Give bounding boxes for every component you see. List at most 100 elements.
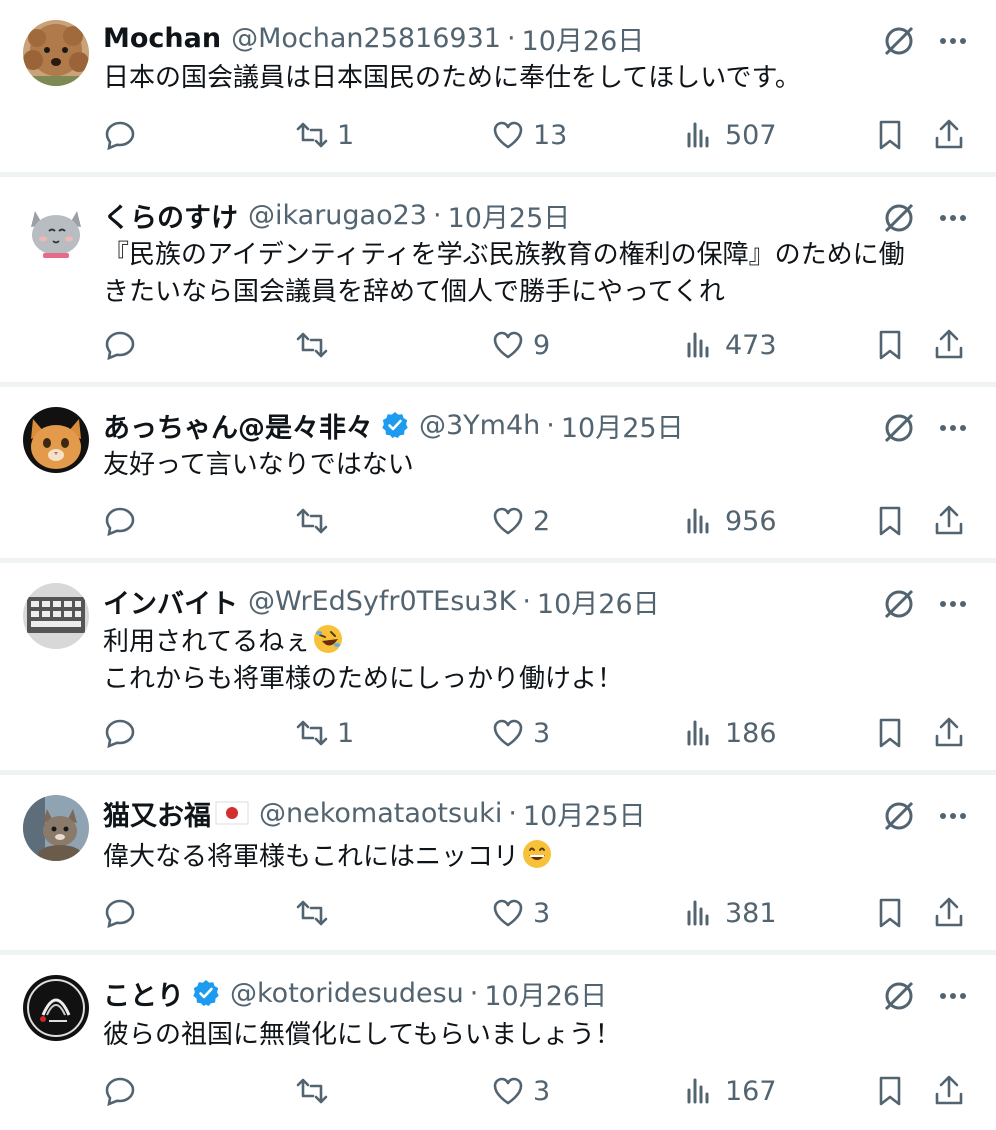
share-button[interactable] (932, 115, 966, 155)
bookmark-button[interactable] (873, 1071, 907, 1111)
post-header: Mochan @Mochan25816931 · 10月26日 (103, 19, 644, 57)
like-button[interactable]: 3 (491, 713, 550, 753)
avatar[interactable] (23, 795, 89, 861)
reply-icon (105, 1077, 135, 1107)
reply-button[interactable] (103, 115, 145, 155)
views-count: 956 (725, 505, 777, 537)
author-name[interactable]: くらのすけ (103, 196, 238, 235)
avatar[interactable] (23, 583, 89, 649)
reply-button[interactable] (103, 713, 145, 753)
avatar[interactable] (23, 975, 89, 1041)
post-date[interactable]: 10月25日 (523, 794, 646, 833)
author-handle[interactable]: @Mochan25816931 (231, 23, 501, 54)
like-icon (493, 507, 523, 535)
more-icon[interactable] (936, 24, 970, 58)
grok-icon[interactable] (882, 799, 916, 833)
grok-icon[interactable] (882, 979, 916, 1013)
reply-button[interactable] (103, 325, 145, 365)
share-button[interactable] (932, 325, 966, 365)
author-name[interactable]: インバイト (103, 582, 238, 621)
post-text: 友好って言いなりではない (103, 447, 414, 484)
repost-button[interactable] (295, 325, 337, 365)
verified-badge-icon[interactable] (192, 979, 220, 1007)
like-button[interactable]: 3 (491, 893, 550, 933)
reply-icon (105, 121, 135, 151)
avatar[interactable] (23, 197, 89, 263)
post-header: ことり @kotoridesudesu · 10月26日 (103, 974, 607, 1012)
post-date[interactable]: 10月26日 (522, 19, 645, 58)
like-button[interactable]: 13 (491, 115, 567, 155)
author-handle[interactable]: @nekomataotsuki (259, 798, 502, 829)
grok-icon[interactable] (882, 24, 916, 58)
author-handle[interactable]: @kotoridesudesu (230, 978, 464, 1009)
views-button[interactable]: 381 (683, 893, 777, 933)
post-header: インバイト @WrEdSyfr0TEsu3K · 10月26日 (103, 582, 660, 620)
reply-button[interactable] (103, 893, 145, 933)
bookmark-button[interactable] (873, 501, 907, 541)
author-name[interactable]: Mochan (103, 23, 221, 54)
post-acchan[interactable]: あっちゃん@是々非々 @3Ym4h · 10月25日 友好って言いなりではない … (0, 387, 996, 558)
more-icon[interactable] (936, 979, 970, 1013)
views-button[interactable]: 473 (683, 325, 777, 365)
post-date[interactable]: 10月26日 (537, 582, 660, 621)
views-button[interactable]: 186 (683, 713, 777, 753)
share-button[interactable] (932, 713, 966, 753)
post-invite[interactable]: インバイト @WrEdSyfr0TEsu3K · 10月26日 利用されてるねぇ… (0, 563, 996, 770)
views-button[interactable]: 507 (683, 115, 777, 155)
author-name[interactable]: 猫又お福 (103, 794, 211, 833)
share-icon (935, 897, 963, 927)
avatar[interactable] (23, 407, 89, 473)
repost-button[interactable]: 1 (295, 115, 354, 155)
author-handle[interactable]: @ikarugao23 (248, 200, 427, 231)
more-icon[interactable] (936, 411, 970, 445)
bookmark-button[interactable] (873, 115, 907, 155)
post-text-line: 彼らの祖国に無償化にしてもらいましょう！ (103, 1020, 621, 1050)
more-icon[interactable] (936, 799, 970, 833)
avatar[interactable] (23, 20, 89, 86)
author-handle[interactable]: @3Ym4h (419, 410, 540, 441)
post-date[interactable]: 10月25日 (561, 406, 684, 445)
share-icon (935, 717, 963, 747)
author-name[interactable]: あっちゃん@是々非々 (103, 406, 373, 445)
author-handle[interactable]: @WrEdSyfr0TEsu3K (248, 586, 516, 617)
share-button[interactable] (932, 501, 966, 541)
repost-button[interactable] (295, 501, 337, 541)
grok-icon[interactable] (882, 587, 916, 621)
post-date[interactable]: 10月26日 (484, 974, 607, 1013)
post-text-line: 友好って言いなりではない (103, 450, 414, 480)
bookmark-button[interactable] (873, 893, 907, 933)
grok-icon[interactable] (882, 411, 916, 445)
repost-button[interactable] (295, 893, 337, 933)
reply-button[interactable] (103, 501, 145, 541)
meta-separator: · (432, 199, 442, 231)
repost-icon (296, 1078, 328, 1104)
verified-badge-icon[interactable] (381, 411, 409, 439)
views-icon (687, 332, 709, 358)
reply-button[interactable] (103, 1071, 145, 1111)
views-button[interactable]: 167 (683, 1071, 777, 1111)
post-text-line: 偉大なる将軍様もこれにはニッコリ (103, 842, 520, 872)
post-nekomata[interactable]: 猫又お福 @nekomataotsuki · 10月25日 偉大なる将軍様もこれ… (0, 775, 996, 950)
share-button[interactable] (932, 893, 966, 933)
post-header: くらのすけ @ikarugao23 · 10月25日 (103, 196, 570, 234)
like-icon (493, 121, 523, 149)
repost-button[interactable]: 1 (295, 713, 354, 753)
action-bar: 1 3 186 (103, 713, 973, 753)
post-kotori[interactable]: ことり @kotoridesudesu · 10月26日 彼らの祖国に無償化にし… (0, 955, 996, 1130)
more-icon[interactable] (936, 587, 970, 621)
like-button[interactable]: 3 (491, 1071, 550, 1111)
share-button[interactable] (932, 1071, 966, 1111)
like-button[interactable]: 9 (491, 325, 550, 365)
post-mochan[interactable]: Mochan @Mochan25816931 · 10月26日 日本の国会議員は… (0, 0, 996, 172)
bookmark-button[interactable] (873, 713, 907, 753)
grinning-face-emoji (523, 840, 552, 868)
like-button[interactable]: 2 (491, 501, 550, 541)
bookmark-button[interactable] (873, 325, 907, 365)
views-button[interactable]: 956 (683, 501, 777, 541)
post-kuranosuke[interactable]: くらのすけ @ikarugao23 · 10月25日 『民族のアイデンティティを… (0, 177, 996, 382)
author-name[interactable]: ことり (103, 974, 184, 1013)
more-icon[interactable] (936, 201, 970, 235)
post-date[interactable]: 10月25日 (448, 196, 571, 235)
grok-icon[interactable] (882, 201, 916, 235)
repost-button[interactable] (295, 1071, 337, 1111)
